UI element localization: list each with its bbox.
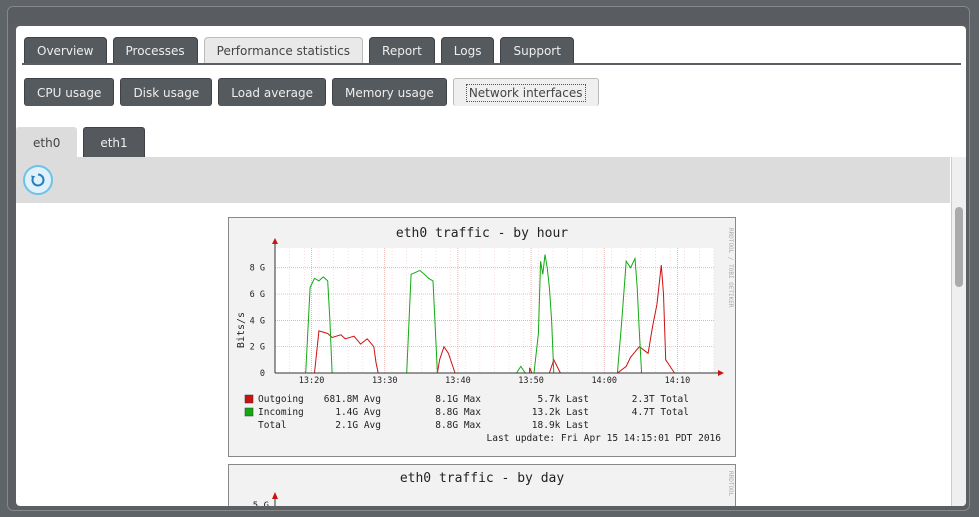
y-tick-label: 6 G — [250, 290, 265, 300]
tab-eth1[interactable]: eth1 — [83, 127, 145, 157]
tab-performance-statistics[interactable]: Performance statistics — [203, 37, 364, 63]
tab-report[interactable]: Report — [369, 37, 435, 63]
last-update: Last update: Fri Apr 15 14:15:01 PDT 201… — [487, 433, 722, 444]
traffic-chart-day: eth0 traffic - by day RRDTOOL 5 G — [253, 471, 734, 506]
x-axis-arrow — [718, 370, 724, 376]
y-axis-arrow — [272, 238, 278, 244]
chart-title-day: eth0 traffic - by day — [400, 471, 565, 486]
window-top-strip — [8, 7, 969, 24]
tab-processes[interactable]: Processes — [112, 37, 198, 63]
x-tick-label: 13:40 — [445, 376, 471, 386]
legend-swatch-outgoing — [244, 394, 254, 404]
refresh-button[interactable] — [23, 165, 53, 195]
y-tick-label: 4 G — [250, 316, 265, 326]
x-tick-label: 13:20 — [299, 376, 325, 386]
legend-total-label: Total — [258, 420, 287, 431]
y-tick-label: 2 G — [250, 343, 265, 353]
legend-outgoing-total: 2.3T Total — [632, 394, 689, 405]
tab-overview[interactable]: Overview — [24, 37, 107, 63]
traffic-graph-by-hour: eth0 traffic - by hour RRDTOOL / TOBI OE… — [228, 217, 736, 457]
legend-outgoing-label: Outgoing — [258, 394, 304, 405]
main-tabs: Overview Processes Performance statistic… — [24, 37, 574, 63]
y-tick-label: 0 — [260, 369, 265, 379]
legend-incoming-label: Incoming — [258, 407, 304, 418]
traffic-chart-hour: eth0 traffic - by hour RRDTOOL / TOBI OE… — [236, 226, 734, 444]
vertical-scrollbar[interactable] — [951, 157, 966, 506]
subtab-load-average[interactable]: Load average — [218, 78, 326, 106]
tab-logs[interactable]: Logs — [440, 37, 495, 63]
y-tick-label: 8 G — [250, 264, 265, 274]
interface-tabs: eth0 eth1 — [16, 127, 145, 157]
legend-incoming-total: 4.7T Total — [632, 407, 689, 418]
app-window: Overview Processes Performance statistic… — [7, 6, 970, 511]
subtab-network-interfaces[interactable]: Network interfaces — [452, 78, 599, 106]
sub-tabs: CPU usage Disk usage Load average Memory… — [24, 78, 599, 106]
legend-outgoing-max: 8.1G Max — [435, 394, 481, 405]
chart-side-label: RRDTOOL / TOBI OETIKER — [727, 228, 734, 308]
legend-incoming-max: 8.8G Max — [435, 407, 481, 418]
plot-area: 13:20 13:30 13:40 13:50 14:00 14:10 0 2 G 4 G 6 G… — [250, 238, 724, 386]
y-axis-arrow-day — [272, 492, 278, 499]
chart-legend: Outgoing 681.8M Avg 8.1G Max 5.7k Last 2… — [244, 394, 722, 444]
x-tick-label: 13:50 — [518, 376, 544, 386]
x-tick-label: 14:00 — [591, 376, 617, 386]
chart-title: eth0 traffic - by hour — [396, 226, 568, 241]
tab-eth0[interactable]: eth0 — [16, 127, 78, 157]
legend-total-avg: 2.1G Avg — [335, 420, 381, 431]
subtab-cpu-usage[interactable]: CPU usage — [24, 78, 115, 106]
subtab-memory-usage[interactable]: Memory usage — [331, 78, 447, 106]
tab-divider — [22, 63, 961, 65]
graph-toolbar — [16, 157, 950, 203]
chart-side-label-day: RRDTOOL — [727, 471, 734, 497]
y-tick-day: 5 G — [253, 501, 269, 506]
legend-total-last: 18.9k Last — [532, 420, 589, 431]
legend-incoming-last: 13.2k Last — [532, 407, 589, 418]
traffic-graph-by-day: eth0 traffic - by day RRDTOOL 5 G — [228, 464, 736, 506]
content-panel: Overview Processes Performance statistic… — [16, 26, 966, 506]
scrollbar-thumb[interactable] — [955, 207, 963, 287]
tab-support[interactable]: Support — [500, 37, 574, 63]
legend-swatch-incoming — [244, 407, 254, 417]
subtab-disk-usage[interactable]: Disk usage — [120, 78, 213, 106]
x-tick-label: 14:10 — [665, 376, 691, 386]
legend-outgoing-avg: 681.8M Avg — [324, 394, 381, 405]
subtab-network-interfaces-label: Network interfaces — [465, 84, 586, 102]
legend-outgoing-last: 5.7k Last — [538, 394, 589, 405]
x-tick-label: 13:30 — [372, 376, 398, 386]
legend-total-max: 8.8G Max — [435, 420, 481, 431]
refresh-icon — [31, 173, 45, 187]
y-axis-label: Bits/s — [236, 312, 247, 348]
legend-incoming-avg: 1.4G Avg — [335, 407, 381, 418]
